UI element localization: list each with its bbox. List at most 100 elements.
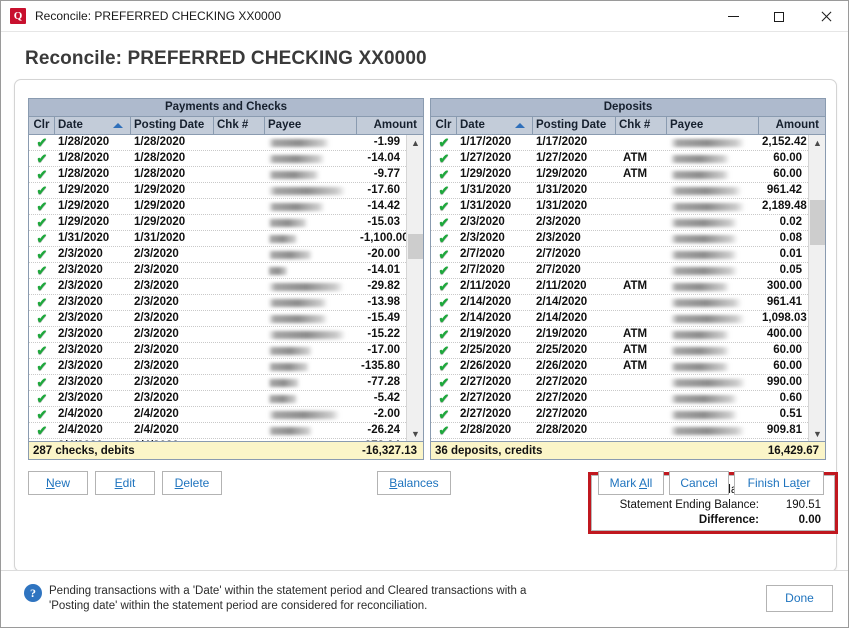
table-row[interactable]: ✔1/31/20201/31/2020961.42 (431, 183, 808, 199)
scrollbar-thumb[interactable] (408, 234, 423, 259)
column-header-clr[interactable]: Clr (29, 117, 55, 134)
cleared-checkmark-icon[interactable]: ✔ (431, 311, 457, 326)
cleared-checkmark-icon[interactable]: ✔ (29, 391, 55, 406)
cleared-checkmark-icon[interactable]: ✔ (29, 359, 55, 374)
mark-all-button[interactable]: Mark All (598, 471, 664, 495)
done-button[interactable]: Done (766, 585, 833, 612)
column-header-payee-deposits[interactable]: Payee (667, 117, 759, 134)
cleared-checkmark-icon[interactable]: ✔ (29, 167, 55, 182)
column-header-amount[interactable]: Amount (357, 117, 423, 134)
table-row[interactable]: ✔2/3/20202/3/2020-135.80 (29, 359, 406, 375)
table-row[interactable]: ✔1/17/20201/17/20202,152.42 (431, 135, 808, 151)
table-row[interactable]: ✔2/3/20202/3/2020-17.00 (29, 343, 406, 359)
cleared-checkmark-icon[interactable]: ✔ (431, 295, 457, 310)
cleared-checkmark-icon[interactable]: ✔ (29, 247, 55, 262)
table-row[interactable]: ✔2/14/20202/14/2020961.41 (431, 295, 808, 311)
table-row[interactable]: ✔1/31/20201/31/20202,189.48 (431, 199, 808, 215)
table-row[interactable]: ✔1/29/20201/29/2020-15.03 (29, 215, 406, 231)
table-row[interactable]: ✔2/3/20202/3/2020-15.22 (29, 327, 406, 343)
scroll-up-icon[interactable]: ▲ (407, 135, 423, 150)
finish-later-button[interactable]: Finish Later (734, 471, 824, 495)
table-row[interactable]: ✔2/3/20202/3/2020-15.49 (29, 311, 406, 327)
table-row[interactable]: ✔2/28/20202/28/2020909.81 (431, 423, 808, 439)
table-row[interactable]: ✔2/27/20202/27/20200.51 (431, 407, 808, 423)
new-button[interactable]: New (28, 471, 88, 495)
table-row[interactable]: ✔1/29/20201/29/2020-17.60 (29, 183, 406, 199)
table-row[interactable]: ✔1/29/20201/29/2020ATM60.00 (431, 167, 808, 183)
column-header-posting-date[interactable]: Posting Date (131, 117, 214, 134)
table-row[interactable]: ✔2/4/20202/4/2020-2.00 (29, 407, 406, 423)
cleared-checkmark-icon[interactable]: ✔ (431, 151, 457, 166)
cleared-checkmark-icon[interactable]: ✔ (29, 135, 55, 150)
cleared-checkmark-icon[interactable]: ✔ (431, 135, 457, 150)
cleared-checkmark-icon[interactable]: ✔ (29, 151, 55, 166)
cleared-checkmark-icon[interactable]: ✔ (29, 199, 55, 214)
cleared-checkmark-icon[interactable]: ✔ (431, 215, 457, 230)
payments-vertical-scrollbar[interactable]: ▲ ▼ (406, 135, 423, 441)
table-row[interactable]: ✔2/3/20202/3/2020-13.98 (29, 295, 406, 311)
table-row[interactable]: ✔2/3/20202/3/2020-20.00 (29, 247, 406, 263)
scroll-up-icon[interactable]: ▲ (809, 135, 825, 150)
cleared-checkmark-icon[interactable]: ✔ (29, 231, 55, 246)
cleared-checkmark-icon[interactable]: ✔ (431, 279, 457, 294)
cleared-checkmark-icon[interactable]: ✔ (431, 359, 457, 374)
cancel-button[interactable]: Cancel (669, 471, 729, 495)
scrollbar-thumb[interactable] (810, 200, 825, 245)
maximize-button[interactable] (756, 1, 802, 32)
table-row[interactable]: ✔2/3/20202/3/20200.08 (431, 231, 808, 247)
scroll-down-icon[interactable]: ▼ (407, 426, 423, 441)
cleared-checkmark-icon[interactable]: ✔ (29, 183, 55, 198)
table-row[interactable]: ✔2/26/20202/26/2020ATM60.00 (431, 359, 808, 375)
cleared-checkmark-icon[interactable]: ✔ (29, 375, 55, 390)
cleared-checkmark-icon[interactable]: ✔ (431, 263, 457, 278)
cleared-checkmark-icon[interactable]: ✔ (431, 343, 457, 358)
table-row[interactable]: ✔2/3/20202/3/2020-29.82 (29, 279, 406, 295)
table-row[interactable]: ✔2/27/20202/27/20200.60 (431, 391, 808, 407)
table-row[interactable]: ✔1/28/20201/28/2020-9.77 (29, 167, 406, 183)
cleared-checkmark-icon[interactable]: ✔ (29, 279, 55, 294)
table-row[interactable]: ✔2/19/20202/19/2020ATM400.00 (431, 327, 808, 343)
column-header-chk[interactable]: Chk # (214, 117, 265, 134)
table-row[interactable]: ✔2/11/20202/11/2020ATM300.00 (431, 279, 808, 295)
cleared-checkmark-icon[interactable]: ✔ (431, 183, 457, 198)
scroll-down-icon[interactable]: ▼ (809, 426, 825, 441)
cleared-checkmark-icon[interactable]: ✔ (29, 327, 55, 342)
help-icon[interactable]: ? (24, 584, 42, 602)
column-header-chk-deposits[interactable]: Chk # (616, 117, 667, 134)
cleared-checkmark-icon[interactable]: ✔ (431, 391, 457, 406)
table-row[interactable]: ✔1/29/20201/29/2020-14.42 (29, 199, 406, 215)
deposits-vertical-scrollbar[interactable]: ▲ ▼ (808, 135, 825, 441)
cleared-checkmark-icon[interactable]: ✔ (431, 375, 457, 390)
table-row[interactable]: ✔2/7/20202/7/20200.01 (431, 247, 808, 263)
table-row[interactable]: ✔2/14/20202/14/20201,098.03 (431, 311, 808, 327)
table-row[interactable]: ✔2/3/20202/3/2020-77.28 (29, 375, 406, 391)
cleared-checkmark-icon[interactable]: ✔ (431, 407, 457, 422)
column-header-amount-deposits[interactable]: Amount (759, 117, 825, 134)
edit-button[interactable]: Edit (95, 471, 155, 495)
cleared-checkmark-icon[interactable]: ✔ (29, 343, 55, 358)
cleared-checkmark-icon[interactable]: ✔ (431, 167, 457, 182)
cleared-checkmark-icon[interactable]: ✔ (431, 247, 457, 262)
minimize-button[interactable] (710, 1, 756, 32)
cleared-checkmark-icon[interactable]: ✔ (29, 439, 55, 441)
table-row[interactable]: ✔2/3/20202/3/20200.02 (431, 215, 808, 231)
cleared-checkmark-icon[interactable]: ✔ (431, 423, 457, 438)
table-row[interactable]: ✔2/4/20202/4/2020-26.24 (29, 423, 406, 439)
cleared-checkmark-icon[interactable]: ✔ (431, 327, 457, 342)
cleared-checkmark-icon[interactable]: ✔ (29, 407, 55, 422)
column-header-clr-deposits[interactable]: Clr (431, 117, 457, 134)
cleared-checkmark-icon[interactable]: ✔ (29, 215, 55, 230)
cleared-checkmark-icon[interactable]: ✔ (431, 199, 457, 214)
cleared-checkmark-icon[interactable]: ✔ (29, 263, 55, 278)
cleared-checkmark-icon[interactable]: ✔ (29, 423, 55, 438)
delete-button[interactable]: Delete (162, 471, 222, 495)
table-row[interactable]: ✔2/3/20202/3/2020-5.42 (29, 391, 406, 407)
close-button[interactable] (802, 1, 848, 32)
table-row[interactable]: ✔1/28/20201/28/2020-1.99 (29, 135, 406, 151)
table-row[interactable]: ✔2/25/20202/25/2020ATM60.00 (431, 343, 808, 359)
table-row[interactable]: ✔1/28/20201/28/2020-14.04 (29, 151, 406, 167)
table-row[interactable]: ✔2/4/20202/4/2020-978.94 (29, 439, 406, 441)
cleared-checkmark-icon[interactable]: ✔ (29, 311, 55, 326)
column-header-payee[interactable]: Payee (265, 117, 357, 134)
column-header-date[interactable]: Date (55, 117, 131, 134)
